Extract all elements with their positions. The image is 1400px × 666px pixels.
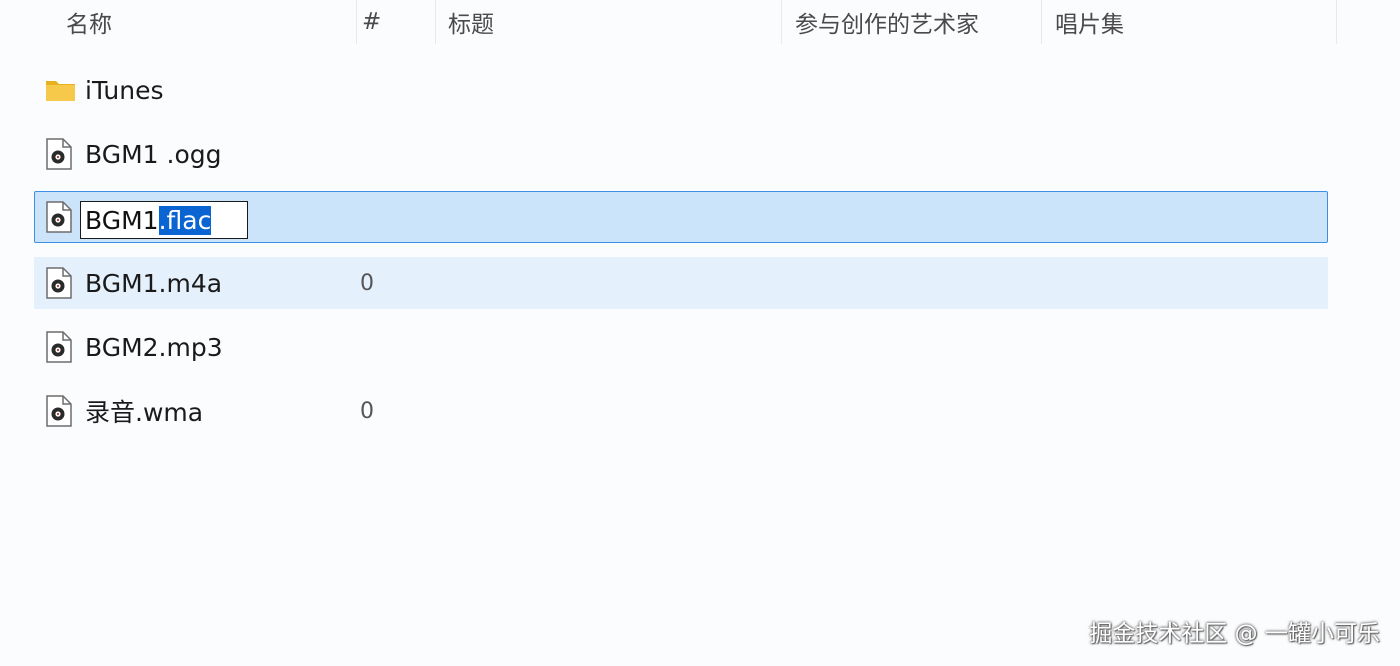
file-row-bgm2-mp3[interactable]: BGM2.mp3	[34, 321, 1328, 373]
audio-file-icon	[45, 395, 73, 427]
column-divider[interactable]	[1041, 0, 1042, 44]
column-divider[interactable]	[356, 0, 357, 44]
column-header-artist[interactable]: 参与创作的艺术家	[795, 0, 1040, 44]
column-header-title-label: 标题	[448, 12, 494, 38]
column-header-artist-label: 参与创作的艺术家	[795, 12, 979, 38]
rename-input-base-text: BGM1	[85, 205, 159, 235]
column-divider[interactable]	[435, 0, 436, 44]
column-header-title[interactable]: 标题	[448, 0, 778, 44]
file-track-number: 0	[360, 398, 374, 424]
file-row-bgm1-m4a[interactable]: BGM1.m4a 0	[34, 257, 1328, 309]
folder-icon	[45, 74, 75, 106]
file-row-recording-wma[interactable]: 录音.wma 0	[34, 385, 1328, 437]
audio-file-icon	[45, 267, 73, 299]
file-name: iTunes	[85, 75, 164, 105]
file-row-itunes[interactable]: iTunes	[34, 64, 1328, 116]
file-name: BGM2.mp3	[85, 332, 223, 362]
column-header-number[interactable]: #	[362, 0, 434, 44]
column-header-bar: 名称 # 标题 参与创作的艺术家 唱片集	[0, 0, 1400, 44]
watermark: 掘金技术社区 @ 一罐小可乐	[1089, 621, 1380, 647]
column-divider[interactable]	[1336, 0, 1337, 44]
column-header-name-label: 名称	[66, 12, 112, 38]
audio-file-icon	[45, 201, 73, 233]
column-divider[interactable]	[781, 0, 782, 44]
file-name: 录音.wma	[85, 398, 204, 427]
audio-file-icon	[45, 138, 73, 170]
file-row-bgm1-ogg[interactable]: BGM1 .ogg	[34, 128, 1328, 180]
rename-input-selected-extension: .flac	[158, 205, 212, 235]
column-header-name[interactable]: 名称	[66, 0, 356, 44]
file-row-bgm1-flac[interactable]: BGM1 .flac	[34, 191, 1328, 243]
file-explorer-details-view: 名称 # 标题 参与创作的艺术家 唱片集 iTunes BGM1 .ogg BG…	[0, 0, 1400, 666]
audio-file-icon	[45, 331, 73, 363]
column-header-album-label: 唱片集	[1055, 12, 1124, 38]
column-header-album[interactable]: 唱片集	[1055, 0, 1335, 44]
file-name: BGM1.m4a	[85, 268, 223, 298]
file-track-number: 0	[360, 270, 374, 296]
file-name: BGM1 .ogg	[85, 139, 222, 169]
column-header-number-label: #	[362, 9, 382, 35]
rename-input[interactable]: BGM1 .flac	[80, 201, 248, 239]
